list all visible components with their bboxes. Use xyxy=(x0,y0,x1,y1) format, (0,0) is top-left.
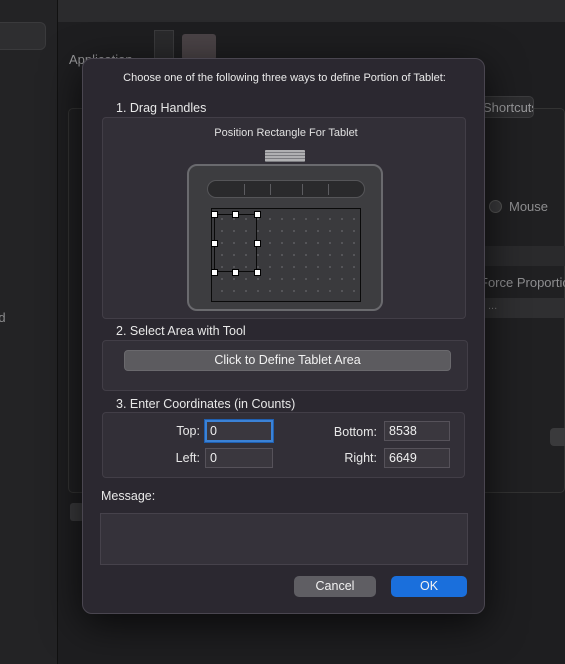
left-field[interactable] xyxy=(205,448,273,468)
right-field[interactable] xyxy=(384,448,450,468)
portion-rectangle[interactable] xyxy=(211,211,261,276)
message-box xyxy=(100,513,468,565)
background-topbar xyxy=(58,0,565,22)
handle-bottom-right[interactable] xyxy=(254,269,261,276)
background-row xyxy=(482,246,565,266)
tablet-portion-dialog: Choose one of the following three ways t… xyxy=(82,58,485,614)
left-label: Left: xyxy=(175,451,200,465)
dialog-heading: Choose one of the following three ways t… xyxy=(123,72,446,84)
express-key-divider xyxy=(270,184,271,195)
top-field[interactable] xyxy=(205,420,273,442)
application-icon[interactable] xyxy=(182,34,216,60)
sidebar-search-field[interactable] xyxy=(0,22,46,50)
handle-bottom-middle[interactable] xyxy=(232,269,239,276)
handle-middle-left[interactable] xyxy=(211,240,218,247)
mouse-label: Mouse xyxy=(509,199,549,214)
express-key-divider xyxy=(328,184,329,195)
handle-middle-right[interactable] xyxy=(254,240,261,247)
right-label: Right: xyxy=(344,451,377,465)
select-area-group: Click to Define Tablet Area xyxy=(102,340,468,391)
tablet-connector xyxy=(265,150,305,162)
handle-bottom-left[interactable] xyxy=(211,269,218,276)
section-select-area-title: 2. Select Area with Tool xyxy=(116,324,246,338)
handle-top-right[interactable] xyxy=(254,211,261,218)
dropdown-field[interactable]: ... xyxy=(482,298,565,318)
section-coordinates-title: 3. Enter Coordinates (in Counts) xyxy=(116,397,296,411)
sidebar-item-text[interactable]: rd xyxy=(0,310,6,325)
define-tablet-area-button[interactable]: Click to Define Tablet Area xyxy=(124,350,451,371)
mouse-radio[interactable] xyxy=(489,200,502,213)
tablet-express-keys xyxy=(207,180,365,198)
sidebar-item-text[interactable]: s xyxy=(0,576,1,591)
background-small-button[interactable] xyxy=(550,428,565,446)
express-key-divider xyxy=(302,184,303,195)
tablet-caption: Position Rectangle For Tablet xyxy=(214,127,358,139)
handle-top-middle[interactable] xyxy=(232,211,239,218)
section-drag-handles-title: 1. Drag Handles xyxy=(116,101,207,115)
handle-top-left[interactable] xyxy=(211,211,218,218)
top-label: Top: xyxy=(176,424,200,438)
bottom-field[interactable] xyxy=(384,421,450,441)
ok-button[interactable]: OK xyxy=(391,576,467,597)
bottom-label: Bottom: xyxy=(333,425,377,439)
background-sidebar: rd s xyxy=(0,0,58,664)
drag-handles-group: Position Rectangle For Tablet xyxy=(102,117,466,319)
message-label: Message: xyxy=(101,489,156,503)
cancel-button[interactable]: Cancel xyxy=(294,576,376,597)
tablet-illustration xyxy=(187,164,383,311)
express-key-divider xyxy=(244,184,245,195)
proportions-label: Force Proportions xyxy=(480,275,565,290)
